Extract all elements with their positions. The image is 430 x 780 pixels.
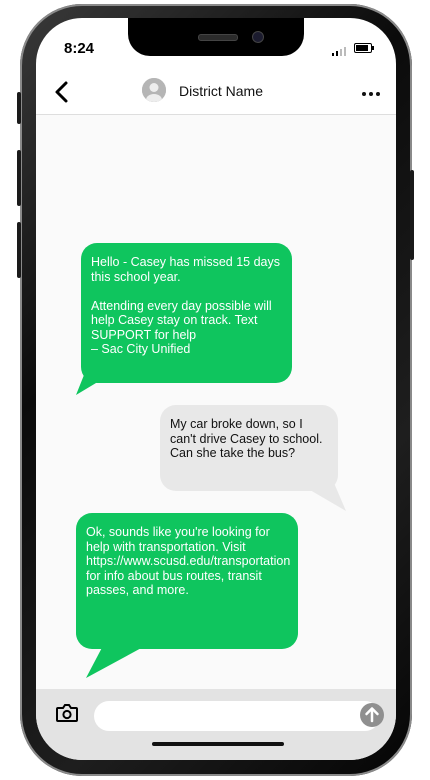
speaker-grille <box>198 34 238 41</box>
message-input[interactable] <box>94 701 380 731</box>
volume-down-button <box>17 222 21 278</box>
battery-icon <box>354 43 374 53</box>
camera-icon[interactable] <box>56 704 78 722</box>
message-bubble-incoming[interactable]: Ok, sounds like you're looking for help … <box>76 513 298 649</box>
composer-bar <box>36 689 396 760</box>
message-list: Hello - Casey has missed 15 days this sc… <box>36 115 396 689</box>
signal-icon <box>332 46 348 56</box>
message-bubble-incoming[interactable]: Hello - Casey has missed 15 days this sc… <box>81 243 292 383</box>
chevron-left-icon[interactable] <box>52 78 74 106</box>
power-button <box>410 170 414 260</box>
more-horizontal-icon[interactable] <box>362 92 384 98</box>
phone-screen: 8:24 District Name Hello - Casey has mis… <box>36 18 396 760</box>
contact-name[interactable]: District Name <box>179 83 263 99</box>
front-camera <box>252 31 264 43</box>
notch <box>128 18 304 56</box>
volume-up-button <box>17 150 21 206</box>
contact-avatar[interactable] <box>142 78 166 102</box>
message-bubble-outgoing[interactable]: My car broke down, so I can't drive Case… <box>160 405 338 491</box>
status-time: 8:24 <box>64 40 95 57</box>
arrow-up-icon[interactable] <box>360 703 384 727</box>
home-indicator[interactable] <box>152 742 284 746</box>
conversation-header: District Name <box>36 70 396 115</box>
silent-switch <box>17 92 21 124</box>
